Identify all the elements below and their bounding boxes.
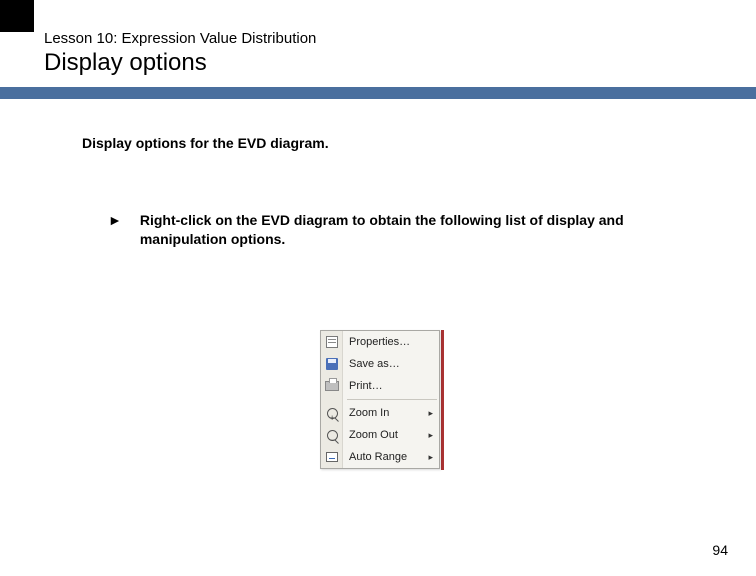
menu-item-label: Zoom In xyxy=(349,402,389,424)
menu-item-zoom-in[interactable]: Zoom In ▸ xyxy=(321,402,439,424)
menu-item-save-as[interactable]: Save as… xyxy=(321,353,439,375)
page-number: 94 xyxy=(712,542,728,558)
zoom-out-icon xyxy=(324,427,340,443)
header-divider xyxy=(0,87,756,99)
menu-item-print[interactable]: Print… xyxy=(321,375,439,397)
section-subheading: Display options for the EVD diagram. xyxy=(0,99,756,151)
menu-item-label: Save as… xyxy=(349,353,400,375)
print-icon xyxy=(324,378,340,394)
page-title: Display options xyxy=(0,47,756,83)
menu-item-zoom-out[interactable]: Zoom Out ▸ xyxy=(321,424,439,446)
header-accent-block xyxy=(0,0,34,32)
instruction-bullet: ► Right-click on the EVD diagram to obta… xyxy=(0,151,756,249)
save-icon xyxy=(324,356,340,372)
slide-header: Lesson 10: Expression Value Distribution… xyxy=(0,0,756,99)
context-menu: Properties… Save as… Print… Zoom In ▸ xyxy=(320,330,440,469)
menu-item-label: Auto Range xyxy=(349,446,407,468)
properties-icon xyxy=(324,334,340,350)
submenu-arrow-icon: ▸ xyxy=(428,446,433,468)
menu-item-properties[interactable]: Properties… xyxy=(321,331,439,353)
auto-range-icon xyxy=(324,449,340,465)
bullet-arrow-icon: ► xyxy=(108,211,122,229)
menu-item-label: Properties… xyxy=(349,331,410,353)
menu-item-auto-range[interactable]: Auto Range ▸ xyxy=(321,446,439,468)
instruction-text: Right-click on the EVD diagram to obtain… xyxy=(140,211,680,249)
submenu-arrow-icon: ▸ xyxy=(428,424,433,446)
menu-item-label: Print… xyxy=(349,375,383,397)
menu-separator xyxy=(347,399,437,400)
lesson-label: Lesson 10: Expression Value Distribution xyxy=(0,10,756,47)
zoom-in-icon xyxy=(324,405,340,421)
menu-item-label: Zoom Out xyxy=(349,424,398,446)
decorative-red-strip xyxy=(441,330,444,470)
submenu-arrow-icon: ▸ xyxy=(428,402,433,424)
